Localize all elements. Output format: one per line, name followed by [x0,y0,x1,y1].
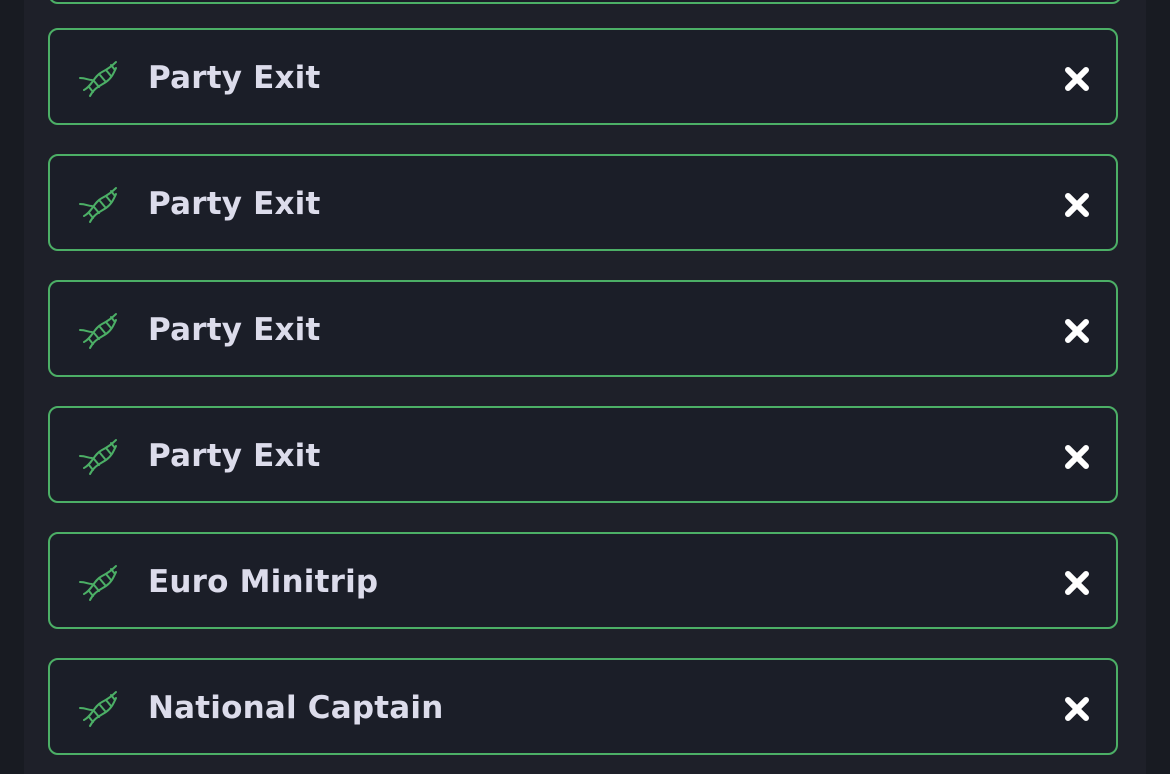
left-gutter [0,0,24,774]
item-label: Party Exit [148,312,321,348]
list-item-partial[interactable] [48,0,1122,4]
close-icon[interactable] [1064,318,1090,344]
list-item[interactable]: Party Exit [48,28,1118,125]
item-label: Euro Minitrip [148,564,379,600]
item-label: Party Exit [148,438,321,474]
right-gutter [1146,0,1170,774]
item-label: National Captain [148,690,444,726]
close-icon[interactable] [1064,696,1090,722]
close-icon[interactable] [1064,192,1090,218]
close-icon[interactable] [1064,570,1090,596]
dna-icon [79,61,117,97]
list-item[interactable]: Euro Minitrip [48,532,1118,629]
dna-icon [79,565,117,601]
list-item[interactable]: Party Exit [48,154,1118,251]
item-label: Party Exit [148,186,321,222]
list-item[interactable]: National Captain [48,658,1118,755]
close-icon[interactable] [1064,66,1090,92]
list-item[interactable]: Party Exit [48,406,1118,503]
list-item[interactable]: Party Exit [48,280,1118,377]
dna-icon [79,313,117,349]
close-icon[interactable] [1064,444,1090,470]
dna-icon [79,439,117,475]
dna-icon [79,691,117,727]
item-label: Party Exit [148,60,321,96]
dna-icon [79,187,117,223]
